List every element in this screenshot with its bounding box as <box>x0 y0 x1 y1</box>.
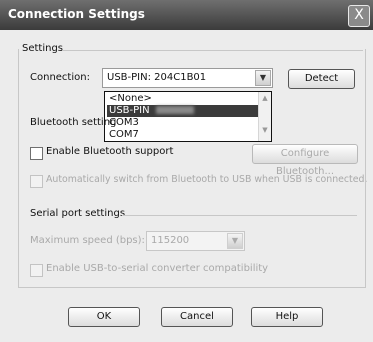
close-icon: X <box>354 7 364 23</box>
help-button[interactable]: Help <box>251 307 323 327</box>
settings-group-box <box>18 49 366 288</box>
window-title: Connection Settings <box>8 7 145 21</box>
ok-button[interactable]: OK <box>68 307 140 327</box>
connection-settings-dialog: Connection Settings X Settings Connectio… <box>0 0 373 342</box>
close-button[interactable]: X <box>348 5 370 27</box>
cancel-button[interactable]: Cancel <box>161 307 233 327</box>
title-bar[interactable]: Connection Settings X <box>0 0 373 30</box>
